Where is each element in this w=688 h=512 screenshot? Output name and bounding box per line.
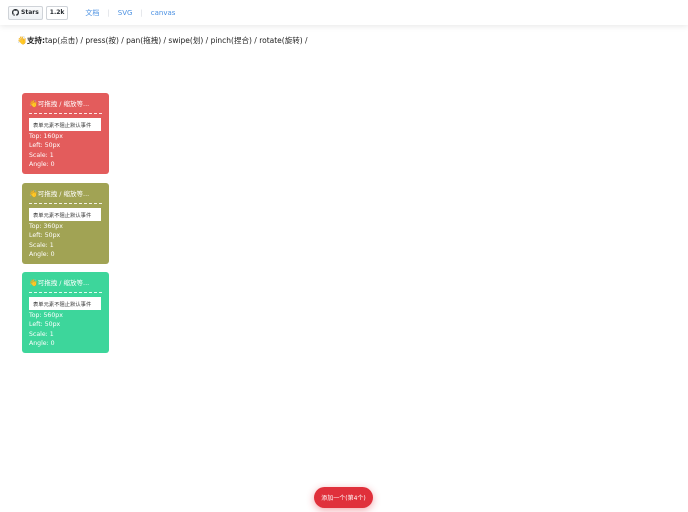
card-input-field[interactable]: 表单元素不阻止默认事件: [29, 208, 101, 221]
card-angle-value: Angle: 0: [29, 160, 55, 168]
card-left-value: Left: 50px: [29, 321, 61, 329]
top-bar: Stars 1.2k 文档 | SVG | canvas: [0, 0, 688, 25]
nav-link-svg[interactable]: SVG: [110, 9, 141, 17]
card-title: 👋可拖拽 / 缩放等...: [29, 99, 102, 114]
waving-hand-icon: 👋: [29, 100, 38, 108]
waving-hand-icon: 👋: [29, 279, 38, 287]
card-scale-value: Scale: 1: [29, 241, 54, 249]
support-line: 👋支持:tap(点击) / press(按) / pan(拖拽) / swipe…: [17, 35, 308, 46]
card-info: Top: 560px Left: 50px Scale: 1 Angle: 0: [29, 311, 102, 348]
card-top-value: Top: 560px: [29, 312, 63, 319]
card-info: Top: 160px Left: 50px Scale: 1 Angle: 0: [29, 132, 102, 169]
github-stars-widget[interactable]: Stars 1.2k: [8, 5, 69, 20]
card-angle-value: Angle: 0: [29, 250, 55, 258]
github-icon: [12, 9, 19, 16]
card-input-field[interactable]: 表单元素不阻止默认事件: [29, 297, 101, 310]
draggable-card-2[interactable]: 👋可拖拽 / 缩放等... 表单元素不阻止默认事件 Top: 360px Lef…: [22, 183, 109, 264]
card-input-field[interactable]: 表单元素不阻止默认事件: [29, 118, 101, 131]
nav-link-docs[interactable]: 文档: [77, 8, 107, 18]
support-label: 支持:: [26, 36, 45, 45]
card-top-value: Top: 160px: [29, 133, 63, 140]
card-left-value: Left: 50px: [29, 142, 61, 150]
card-title: 👋可拖拽 / 缩放等...: [29, 278, 102, 293]
card-title-text: 可拖拽 / 缩放等...: [37, 279, 90, 287]
card-top-value: Top: 360px: [29, 223, 63, 230]
nav-link-canvas[interactable]: canvas: [143, 9, 184, 17]
github-stars-count[interactable]: 1.2k: [45, 5, 69, 20]
card-title: 👋可拖拽 / 缩放等...: [29, 189, 102, 204]
waving-hand-icon: 👋: [17, 36, 27, 45]
card-angle-value: Angle: 0: [29, 339, 55, 347]
github-stars-button[interactable]: Stars: [8, 5, 43, 20]
card-info: Top: 360px Left: 50px Scale: 1 Angle: 0: [29, 222, 102, 259]
support-gestures: tap(点击) / press(按) / pan(拖拽) / swipe(划) …: [44, 36, 308, 45]
card-scale-value: Scale: 1: [29, 151, 54, 159]
github-stars-label: Stars: [21, 9, 39, 16]
draggable-card-3[interactable]: 👋可拖拽 / 缩放等... 表单元素不阻止默认事件 Top: 560px Lef…: [22, 272, 109, 353]
top-nav: 文档 | SVG | canvas: [77, 8, 183, 18]
card-scale-value: Scale: 1: [29, 330, 54, 338]
card-title-text: 可拖拽 / 缩放等...: [37, 100, 90, 108]
waving-hand-icon: 👋: [29, 190, 38, 198]
card-title-text: 可拖拽 / 缩放等...: [37, 190, 90, 198]
add-card-button[interactable]: 添加一个(第4个): [314, 487, 373, 508]
card-left-value: Left: 50px: [29, 232, 61, 240]
draggable-card-1[interactable]: 👋可拖拽 / 缩放等... 表单元素不阻止默认事件 Top: 160px Lef…: [22, 93, 109, 174]
